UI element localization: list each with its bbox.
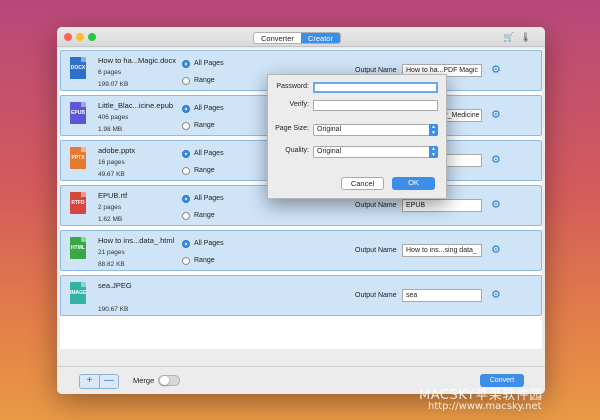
range-radio[interactable] (182, 167, 190, 175)
output-name-input[interactable]: How to ins...sing data_ (402, 244, 482, 257)
file-name: sea.JPEG (98, 281, 132, 290)
select-arrows-icon: ▲ ▼ (429, 146, 438, 158)
page-count: 2 pages (98, 204, 122, 211)
minimize-window-button[interactable] (76, 33, 84, 41)
page-count: 21 pages (98, 249, 125, 256)
cart-icon[interactable]: 🛒 (503, 32, 514, 43)
page-size-value: Original (317, 126, 342, 133)
range-radio[interactable] (182, 122, 190, 130)
range-label: Range (194, 122, 215, 129)
file-size: 199.07 KB (98, 81, 129, 88)
quality-label: Quality: (285, 147, 309, 154)
page-size-select[interactable]: Original ▲ ▼ (313, 124, 438, 136)
all-pages-label: All Pages (194, 150, 224, 157)
all-pages-label: All Pages (194, 240, 224, 247)
settings-gear-icon[interactable]: ⚙ (491, 153, 501, 166)
range-radio[interactable] (182, 257, 190, 265)
file-name: adobe.pptx (98, 146, 136, 155)
mode-switcher: Converter Creator (253, 32, 341, 44)
settings-gear-icon[interactable]: ⚙ (491, 288, 501, 301)
verify-input[interactable] (313, 100, 438, 111)
close-window-button[interactable] (64, 33, 72, 41)
add-file-button[interactable]: + (80, 375, 99, 388)
file-name: How to ins...data_.html (98, 236, 175, 245)
all-pages-radio[interactable] (182, 240, 190, 248)
file-size: 88.82 KB (98, 261, 125, 268)
file-row[interactable]: HTML How to ins...data_.html 21 pages 88.82… (60, 230, 542, 271)
cancel-button[interactable]: Cancel (341, 177, 384, 190)
verify-label: Verify: (289, 101, 309, 108)
output-name-input[interactable]: sea (402, 289, 482, 302)
output-name-label: Output Name (355, 67, 397, 74)
file-type-icon: HTML (70, 237, 86, 259)
merge-toggle[interactable] (158, 375, 180, 386)
title-bar: Converter Creator 🛒 🌡 (57, 27, 545, 47)
all-pages-radio[interactable] (182, 105, 190, 113)
password-label: Password: (276, 83, 309, 90)
file-size: 1.62 MB (98, 216, 123, 223)
all-pages-radio[interactable] (182, 60, 190, 68)
output-name-label: Output Name (355, 247, 397, 254)
app-window: Converter Creator 🛒 🌡 DOCX How to ha...Ma… (57, 27, 545, 394)
all-pages-radio[interactable] (182, 150, 190, 158)
merge-label: Merge (133, 376, 155, 385)
tab-creator[interactable]: Creator (300, 33, 340, 43)
quality-select[interactable]: Original ▲ ▼ (313, 146, 438, 158)
range-radio[interactable] (182, 77, 190, 85)
all-pages-label: All Pages (194, 60, 224, 67)
range-label: Range (194, 212, 215, 219)
quality-value: Original (317, 148, 342, 155)
file-row[interactable]: IMAGE sea.JPEG 190.67 KB Output Name sea ⚙ (60, 275, 542, 316)
range-label: Range (194, 257, 215, 264)
file-type-icon: IMAGE (70, 282, 86, 304)
file-size: 190.67 KB (98, 306, 129, 313)
settings-gear-icon[interactable]: ⚙ (491, 198, 501, 211)
tab-converter[interactable]: Converter (254, 33, 301, 43)
thermometer-icon[interactable]: 🌡 (520, 32, 531, 43)
select-arrows-icon: ▲ ▼ (429, 124, 438, 136)
file-size: 49.67 KB (98, 171, 125, 178)
file-name: Little_Blac...icine.epub (98, 101, 174, 110)
add-remove-control: + — (79, 374, 119, 389)
toggle-knob (160, 376, 169, 385)
range-label: Range (194, 167, 215, 174)
file-name: EPUB.rtf (98, 191, 128, 200)
settings-gear-icon[interactable]: ⚙ (491, 108, 501, 121)
page-count: 6 pages (98, 69, 122, 76)
password-input[interactable] (313, 82, 438, 93)
ok-button[interactable]: OK (392, 177, 435, 190)
file-type-icon: RTFD (70, 192, 86, 214)
file-type-icon: PPTX (70, 147, 86, 169)
all-pages-label: All Pages (194, 195, 224, 202)
range-label: Range (194, 77, 215, 84)
file-type-icon: EPUB (70, 102, 86, 124)
output-name-label: Output Name (355, 202, 397, 209)
page-count: 406 pages (98, 114, 129, 121)
watermark-url: http://www.macsky.net (428, 401, 542, 412)
pdf-options-dialog: Password: Verify: Page Size: Original ▲ ▼… (267, 74, 447, 199)
output-name-input[interactable]: EPUB (402, 199, 482, 212)
page-size-label: Page Size: (275, 125, 309, 132)
file-size: 1.98 MB (98, 126, 123, 133)
zoom-window-button[interactable] (88, 33, 96, 41)
all-pages-radio[interactable] (182, 195, 190, 203)
file-type-icon: DOCX (70, 57, 86, 79)
output-name-label: Output Name (355, 292, 397, 299)
remove-file-button[interactable]: — (99, 375, 118, 388)
range-radio[interactable] (182, 212, 190, 220)
settings-gear-icon[interactable]: ⚙ (491, 63, 501, 76)
file-name: How to ha...Magic.docx (98, 56, 176, 65)
page-count: 16 pages (98, 159, 125, 166)
all-pages-label: All Pages (194, 105, 224, 112)
settings-gear-icon[interactable]: ⚙ (491, 243, 501, 256)
